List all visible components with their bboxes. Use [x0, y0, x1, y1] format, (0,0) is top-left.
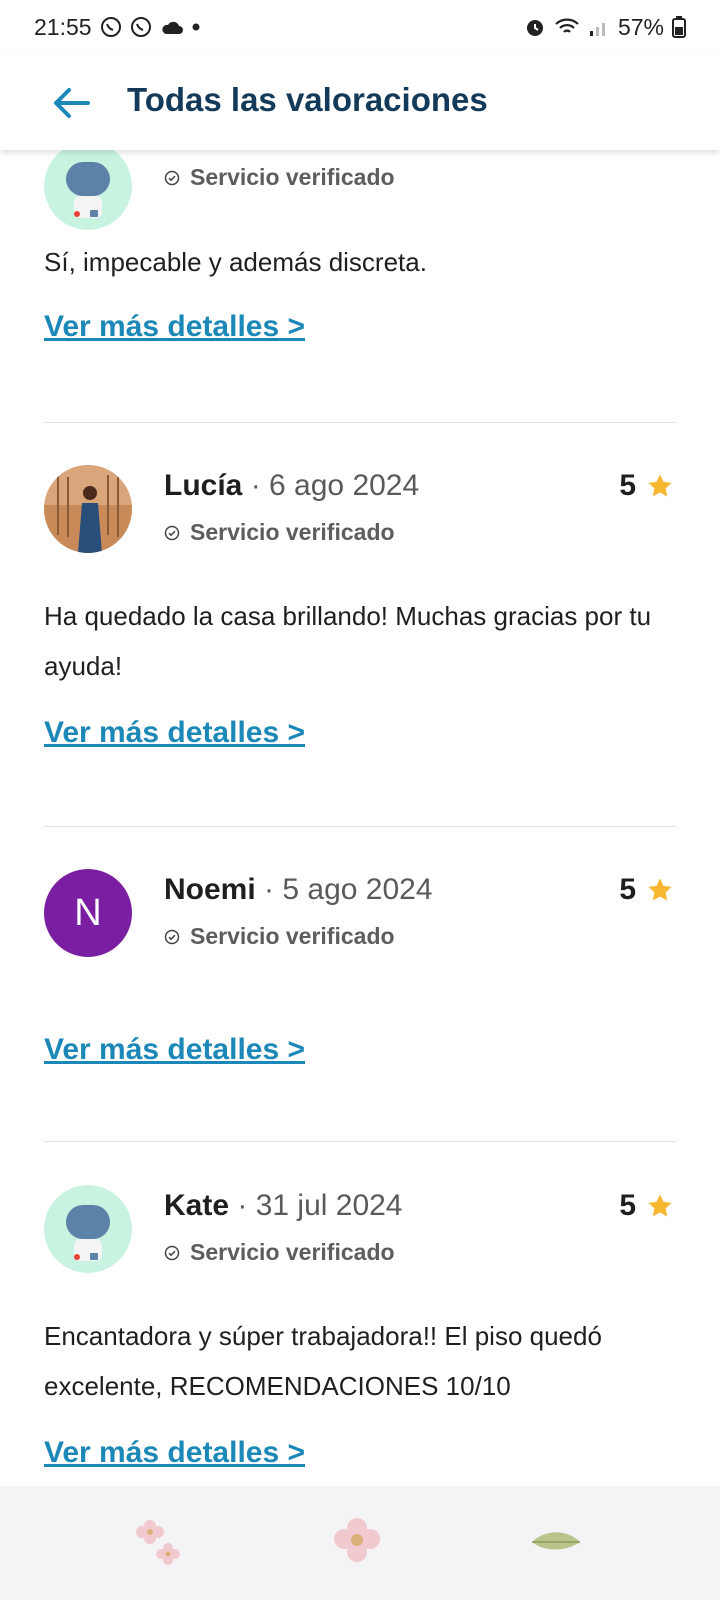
divider	[44, 1141, 676, 1142]
verified-label: Servicio verificado	[190, 1239, 395, 1265]
verified-badge: Servicio verificado	[164, 1239, 395, 1266]
battery-level: 57%	[617, 13, 664, 40]
verified-badge: Servicio verificado	[164, 923, 395, 950]
see-more-link[interactable]: Ver más detalles >	[44, 310, 305, 344]
review-card: Kate · 31 jul 2024 5 Servicio verificado…	[44, 1183, 676, 1483]
status-bar: 21:55 57%	[0, 0, 720, 54]
review-card: Lucía · 6 ago 2024 5 Servicio verificado…	[44, 463, 676, 763]
divider	[44, 826, 676, 827]
review-date: 31 jul 2024	[255, 1189, 403, 1222]
review-text: Ha quedado la casa brillando! Muchas gra…	[44, 601, 652, 681]
review-date: 6 ago 2024	[269, 469, 420, 502]
verified-label: Servicio verificado	[190, 519, 395, 545]
check-circle-icon	[164, 170, 180, 185]
app-header: Todas las valoraciones	[0, 54, 720, 150]
rating-value: 5	[619, 1189, 636, 1222]
verified-label: Servicio verificado	[190, 164, 395, 190]
reviewer-name: Lucía	[164, 469, 243, 502]
check-circle-icon	[164, 525, 180, 540]
clock: 21:55	[34, 13, 92, 40]
star-icon	[648, 878, 672, 901]
whatsapp-icon	[100, 16, 122, 38]
flower-icon[interactable]	[126, 1506, 196, 1576]
see-more-link[interactable]: Ver más detalles >	[44, 1033, 305, 1067]
back-arrow-icon[interactable]	[52, 87, 90, 119]
rating: 5	[619, 873, 674, 907]
verified-badge: Servicio verificado	[164, 164, 395, 191]
verified-badge: Servicio verificado	[164, 519, 395, 546]
review-date: 5 ago 2024	[282, 873, 433, 906]
leaf-icon[interactable]	[522, 1506, 592, 1576]
whatsapp-icon	[130, 16, 152, 38]
rating-value: 5	[619, 873, 636, 906]
star-icon	[648, 1194, 672, 1217]
review-text: Sí, impecable y además discreta.	[44, 247, 427, 277]
signal-icon	[588, 17, 610, 37]
check-circle-icon	[164, 929, 180, 944]
star-icon	[648, 474, 672, 497]
avatar: N	[44, 869, 132, 957]
check-circle-icon	[164, 1245, 180, 1260]
wifi-icon	[554, 17, 580, 37]
see-more-link[interactable]: Ver más detalles >	[44, 1436, 305, 1470]
avatar	[44, 1185, 132, 1273]
avatar	[44, 465, 132, 553]
reviewer-name: Noemi	[164, 873, 256, 906]
dot-icon	[192, 23, 200, 31]
reviewer-name: Kate	[164, 1189, 230, 1222]
avatar	[44, 142, 132, 230]
see-more-link[interactable]: Ver más detalles >	[44, 716, 305, 750]
cloud-icon	[160, 19, 184, 35]
battery-icon	[672, 16, 686, 38]
alarm-icon	[524, 16, 546, 38]
verified-label: Servicio verificado	[190, 923, 395, 949]
review-text: Encantadora y súper trabajadora!! El pis…	[44, 1321, 602, 1401]
rating-value: 5	[619, 469, 636, 502]
bottom-bar	[0, 1486, 720, 1600]
avatar-initial: N	[74, 891, 102, 934]
divider	[44, 422, 676, 423]
rating: 5	[619, 1189, 674, 1223]
page-title: Todas las valoraciones	[127, 81, 488, 118]
rating: 5	[619, 469, 674, 503]
review-card: N Noemi · 5 ago 2024 5 Servicio verifica…	[44, 867, 676, 1117]
flower-icon[interactable]	[322, 1506, 392, 1576]
